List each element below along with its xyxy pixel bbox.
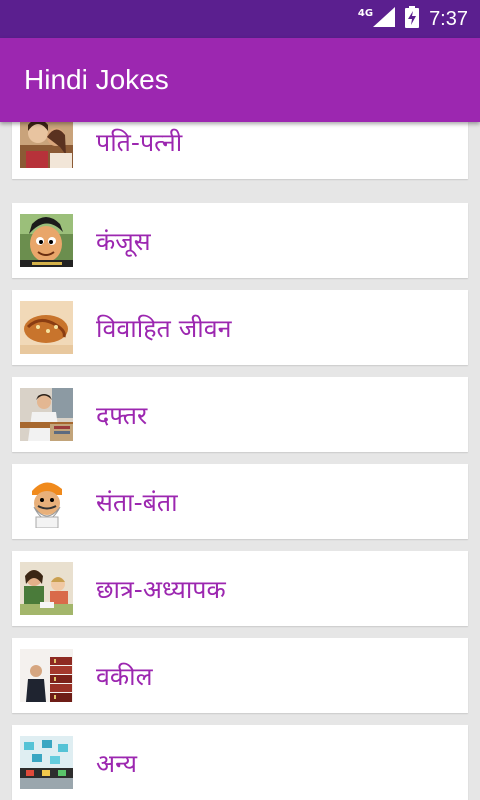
- category-item[interactable]: पति-पत्नी: [12, 122, 468, 179]
- battery-charging-icon: [405, 6, 420, 32]
- category-item[interactable]: संता-बंता: [12, 464, 468, 539]
- category-item[interactable]: कंजूस: [12, 203, 468, 278]
- sardar-cartoon-icon: [20, 475, 73, 528]
- category-item[interactable]: अन्य: [12, 725, 468, 800]
- category-label: छात्र-अध्यापक: [96, 574, 226, 604]
- lawyer-books-icon: [20, 649, 73, 702]
- category-label: वकील: [96, 661, 153, 691]
- category-label: पति-पत्नी: [96, 127, 183, 157]
- office-worker-icon: [20, 388, 73, 441]
- misc-icon: [20, 736, 73, 789]
- category-label: कंजूस: [96, 226, 151, 256]
- status-bar: 4G 7:37: [0, 0, 480, 38]
- category-item[interactable]: छात्र-अध्यापक: [12, 551, 468, 626]
- category-label: संता-बंता: [96, 487, 178, 517]
- wedding-hands-icon: [20, 301, 73, 354]
- network-type-label: 4G: [357, 7, 374, 19]
- category-list[interactable]: पति-पत्नी कंजूस विवाहित जीवन दफ्तर संता-…: [0, 122, 480, 800]
- category-label: अन्य: [96, 748, 137, 778]
- cartoon-man-icon: [20, 214, 73, 267]
- clock: 7:37: [429, 7, 468, 30]
- category-label: दफ्तर: [96, 400, 148, 430]
- classroom-icon: [20, 562, 73, 615]
- couple-photo-icon: [20, 122, 73, 168]
- category-item[interactable]: वकील: [12, 638, 468, 713]
- app-bar: Hindi Jokes: [0, 38, 480, 122]
- category-item[interactable]: विवाहित जीवन: [12, 290, 468, 365]
- category-item[interactable]: दफ्तर: [12, 377, 468, 452]
- cell-signal-icon: [373, 7, 396, 31]
- category-label: विवाहित जीवन: [96, 313, 232, 343]
- app-title: Hindi Jokes: [24, 64, 169, 95]
